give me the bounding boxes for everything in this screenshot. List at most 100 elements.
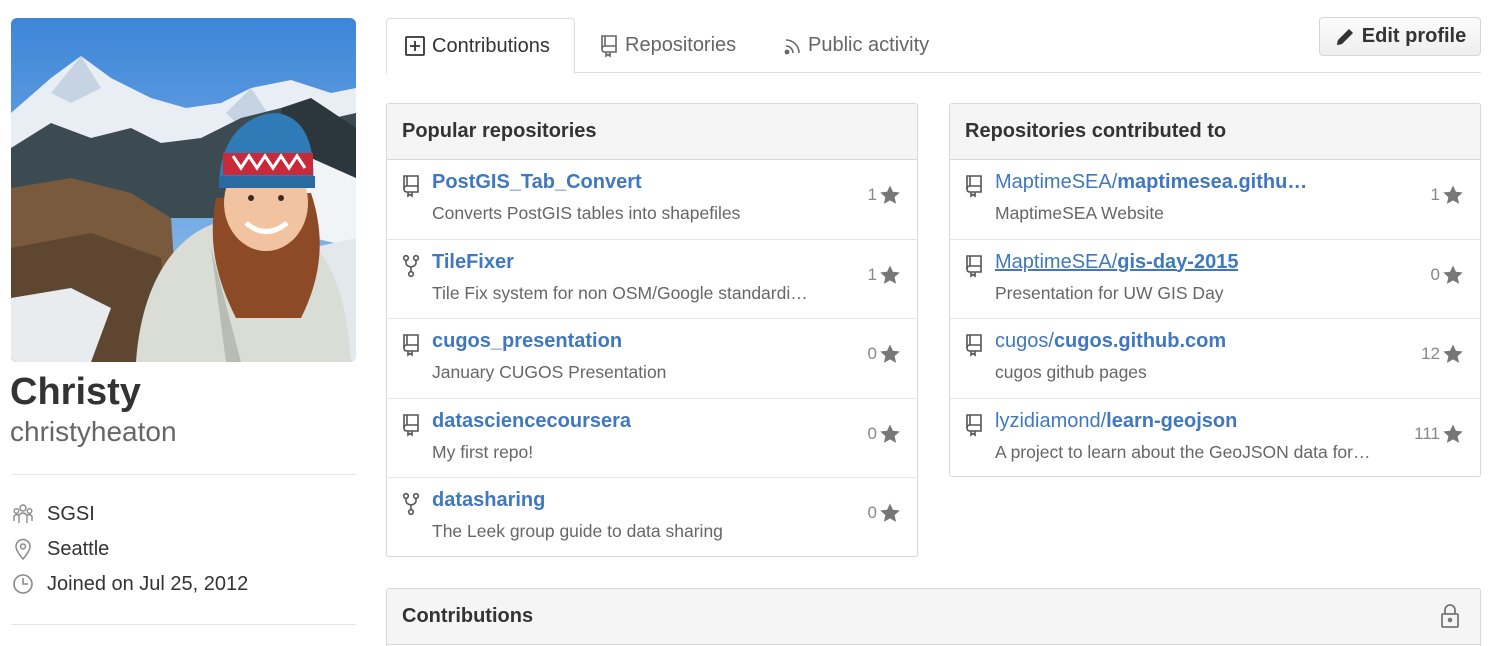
repo-description: The Leek group guide to data sharing [432, 521, 723, 541]
star-count: 0 [1430, 264, 1440, 284]
repo-link[interactable]: lyzidiamond/learn-geojson [995, 410, 1237, 433]
clock-icon [11, 572, 35, 596]
repo-row: cugos/cugos.github.com cugos github pages… [950, 319, 1480, 399]
star-icon [880, 185, 900, 204]
repo-link[interactable]: MaptimeSEA/gis-day-2015 [995, 251, 1238, 274]
repo-icon [401, 413, 421, 437]
star-icon [1443, 344, 1463, 363]
profile-tabs: Contributions Repositories Public activi… [386, 18, 1481, 74]
star-count: 111 [1414, 423, 1440, 443]
profile-location: Seattle [11, 534, 109, 564]
contributed-repositories-box: Repositories contributed to MaptimeSEA/m… [949, 103, 1481, 477]
repo-icon [401, 333, 421, 357]
repo-description: January CUGOS Presentation [432, 362, 667, 382]
star-count: 0 [867, 503, 877, 522]
star-icon [880, 424, 900, 443]
rss-icon [784, 37, 802, 55]
star-count: 1 [1430, 185, 1440, 204]
location-label: Seattle [47, 537, 110, 560]
star-icon [880, 503, 900, 522]
repo-link[interactable]: datasciencecoursera [432, 410, 631, 433]
repo-link[interactable]: PostGIS_Tab_Convert [432, 171, 642, 194]
plus-square-icon [404, 35, 426, 57]
repo-description: Converts PostGIS tables into shapefiles [432, 203, 741, 223]
repo-name: datasharing [432, 489, 546, 511]
star-icon [1443, 424, 1463, 443]
repo-icon [964, 333, 984, 357]
star-count: 0 [867, 423, 877, 443]
repo-icon [964, 254, 984, 278]
repo-link[interactable]: TileFixer [432, 251, 514, 274]
contributions-box: Contributions [386, 588, 1481, 646]
avatar [11, 18, 356, 362]
repo-name: cugos.github.com [1053, 330, 1227, 352]
repo-stars[interactable]: 1 [868, 184, 901, 206]
repo-owner: lyzidiamond/ [995, 409, 1107, 432]
edit-profile-label: Edit profile [1361, 25, 1467, 47]
repo-stars[interactable]: 1 [1431, 184, 1464, 206]
repo-icon [401, 174, 421, 198]
repo-link[interactable]: cugos_presentation [432, 330, 622, 353]
repo-stars[interactable]: 1 [868, 264, 901, 286]
repo-owner: MaptimeSEA/ [995, 250, 1118, 273]
repo-icon [964, 174, 984, 198]
repo-description: Presentation for UW GIS Day [995, 282, 1224, 303]
joined-label: Joined on Jul 25, 2012 [47, 572, 249, 595]
repo-name: datasciencecoursera [432, 409, 632, 432]
fork-icon [401, 492, 421, 516]
star-icon [880, 265, 900, 284]
contributions-title: Contributions [402, 605, 534, 627]
tab-label: Contributions [432, 34, 550, 57]
repo-stars[interactable]: 12 [1421, 343, 1464, 365]
repo-icon [964, 413, 984, 437]
repo-link[interactable]: MaptimeSEA/maptimesea.githu… [995, 171, 1307, 194]
star-icon [880, 344, 900, 363]
repo-owner: cugos/ [995, 330, 1054, 352]
repo-description: cugos github pages [995, 362, 1147, 382]
repo-owner: MaptimeSEA/ [995, 171, 1118, 193]
star-icon [1443, 185, 1463, 204]
repo-stars[interactable]: 0 [868, 502, 901, 524]
star-count: 1 [867, 264, 877, 284]
star-count: 12 [1421, 344, 1440, 363]
repo-stars[interactable]: 0 [868, 423, 901, 445]
popular-repositories-title: Popular repositories [387, 104, 917, 160]
divider [11, 624, 356, 625]
repo-name: TileFixer [432, 250, 514, 273]
repo-stars[interactable]: 0 [1431, 264, 1464, 286]
divider [11, 474, 356, 475]
repo-name: learn-geojson [1106, 409, 1238, 432]
repo-row: MaptimeSEA/gis-day-2015 Presentation for … [950, 240, 1480, 319]
organization-icon [11, 502, 35, 526]
repo-description: MaptimeSEA Website [995, 203, 1164, 223]
pencil-icon [1336, 28, 1353, 45]
repo-description: Tile Fix system for non OSM/Google stand… [432, 282, 808, 303]
repo-name: PostGIS_Tab_Convert [432, 171, 642, 193]
tab-repositories[interactable]: Repositories [597, 18, 736, 73]
star-count: 0 [867, 344, 877, 363]
repo-stars[interactable]: 0 [868, 343, 901, 365]
repo-description: My first repo! [432, 441, 534, 462]
profile-username: christyheaton [10, 416, 177, 447]
tab-public-activity[interactable]: Public activity [782, 18, 929, 73]
profile-joined: Joined on Jul 25, 2012 [11, 569, 248, 599]
repo-name: maptimesea.githu… [1117, 171, 1308, 193]
lock-icon[interactable] [1438, 603, 1462, 629]
repo-row: TileFixer Tile Fix system for non OSM/Goo… [387, 240, 917, 319]
star-count: 1 [867, 185, 877, 204]
star-icon [1443, 265, 1463, 284]
fork-icon [401, 254, 421, 278]
repo-row: lyzidiamond/learn-geojson A project to le… [950, 399, 1480, 477]
repo-link[interactable]: datasharing [432, 489, 545, 512]
repo-row: cugos_presentation January CUGOS Presenta… [387, 319, 917, 399]
repo-row: PostGIS_Tab_Convert Converts PostGIS tabl… [387, 160, 917, 240]
profile-fullname: Christy [10, 371, 141, 413]
edit-profile-button[interactable]: Edit profile [1319, 17, 1481, 56]
repo-description: A project to learn about the GeoJSON dat… [995, 441, 1371, 462]
repo-link[interactable]: cugos/cugos.github.com [995, 330, 1226, 353]
repo-stars[interactable]: 111 [1414, 423, 1464, 445]
repo-icon [599, 34, 619, 58]
repo-row: datasciencecoursera My first repo! 0 [387, 399, 917, 478]
tab-contributions[interactable]: Contributions [386, 18, 575, 74]
repo-name: cugos_presentation [432, 330, 623, 352]
